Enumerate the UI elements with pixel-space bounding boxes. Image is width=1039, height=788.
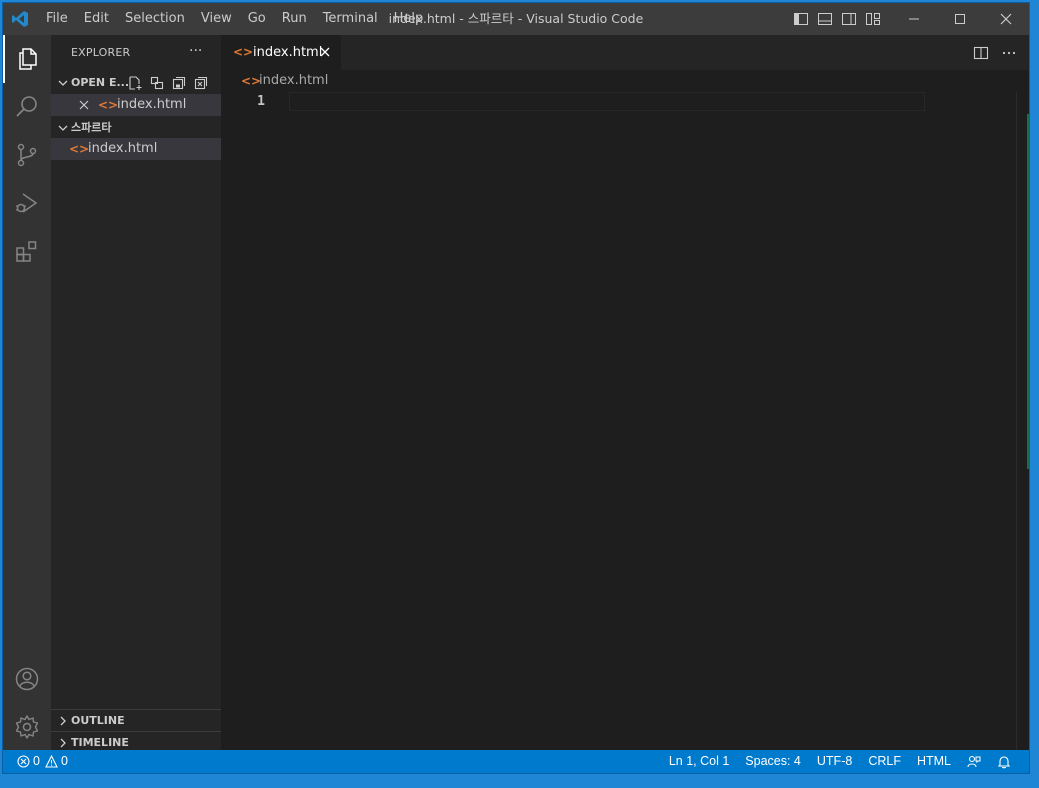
error-count: 0 [33, 754, 40, 768]
menu-bar: File Edit Selection View Go Run Terminal… [38, 3, 431, 35]
menu-file[interactable]: File [38, 3, 76, 35]
cursor-position[interactable]: Ln 1, Col 1 [661, 750, 737, 773]
chevron-right-icon [60, 738, 66, 748]
manage-gear-icon[interactable] [3, 703, 51, 751]
html-file-icon: <> [233, 45, 254, 59]
chevron-down-icon [58, 80, 68, 86]
open-editors-label: OPEN E... [71, 76, 130, 89]
file-tree-item[interactable]: <> index.html [51, 138, 221, 160]
problems-indicator[interactable]: 0 0 [17, 750, 68, 773]
encoding[interactable]: UTF-8 [809, 750, 860, 773]
status-bar: 0 0 Ln 1, Col 1 Spaces: 4 UTF-8 CRLF HTM… [3, 750, 1029, 773]
status-bar-right: Ln 1, Col 1 Spaces: 4 UTF-8 CRLF HTML [661, 750, 1019, 773]
customize-layout-icon[interactable] [861, 3, 885, 35]
split-editor-icon[interactable] [973, 45, 989, 61]
breadcrumb-filename: index.html [259, 73, 329, 88]
minimap-slider[interactable] [1027, 114, 1029, 469]
window-controls [891, 3, 1029, 35]
html-file-icon: <> [69, 142, 90, 156]
open-editors-header[interactable]: OPEN E... [51, 72, 221, 94]
title-bar: File Edit Selection View Go Run Terminal… [3, 3, 1029, 35]
line-number: 1 [257, 94, 265, 109]
close-editor-icon[interactable] [79, 100, 89, 110]
tab-label: index.html [253, 45, 323, 60]
code-editor[interactable]: 1 [221, 92, 1029, 750]
notifications-bell-icon[interactable] [989, 750, 1019, 773]
menu-go[interactable]: Go [240, 3, 274, 35]
menu-help[interactable]: Help [386, 3, 432, 35]
warning-icon [45, 755, 58, 768]
toggle-secondary-sidebar-icon[interactable] [837, 3, 861, 35]
menu-terminal[interactable]: Terminal [315, 3, 386, 35]
outline-label: OUTLINE [71, 714, 125, 727]
menu-edit[interactable]: Edit [76, 3, 117, 35]
end-of-line[interactable]: CRLF [860, 750, 909, 773]
menu-selection[interactable]: Selection [117, 3, 193, 35]
editor-tab-bar: <> index.html [221, 35, 1029, 70]
error-icon [17, 755, 30, 768]
vscode-window: File Edit Selection View Go Run Terminal… [3, 3, 1029, 773]
explorer-sidebar: EXPLORER ··· OPEN E... <> index.html 스파르… [51, 35, 221, 750]
menu-run[interactable]: Run [274, 3, 315, 35]
more-actions-icon[interactable] [1001, 45, 1017, 61]
html-file-icon: <> [98, 98, 119, 112]
new-group-icon[interactable] [149, 75, 165, 91]
close-all-icon[interactable] [193, 75, 209, 91]
maximize-icon[interactable] [937, 3, 983, 35]
close-window-icon[interactable] [983, 3, 1029, 35]
vscode-logo-icon [12, 11, 28, 27]
editor-actions [973, 35, 1017, 70]
feedback-icon[interactable] [959, 750, 989, 773]
current-line-highlight [289, 92, 925, 111]
menu-view[interactable]: View [193, 3, 240, 35]
folder-label: 스파르타 [71, 121, 112, 134]
explorer-title: EXPLORER [71, 46, 131, 59]
warning-count: 0 [60, 754, 68, 768]
extensions-icon[interactable] [3, 227, 51, 275]
file-tree-filename: index.html [88, 141, 158, 156]
toggle-primary-sidebar-icon[interactable] [789, 3, 813, 35]
indentation[interactable]: Spaces: 4 [737, 750, 809, 773]
search-icon[interactable] [3, 83, 51, 131]
activity-bar [3, 35, 51, 750]
run-debug-icon[interactable] [3, 179, 51, 227]
new-untitled-file-icon[interactable] [127, 75, 143, 91]
open-editors-actions [127, 75, 209, 91]
language-mode[interactable]: HTML [909, 750, 959, 773]
folder-header[interactable]: 스파르타 [51, 117, 221, 139]
source-control-icon[interactable] [3, 131, 51, 179]
more-actions-button[interactable]: ··· [189, 35, 202, 71]
accounts-icon[interactable] [3, 655, 51, 703]
toggle-panel-icon[interactable] [813, 3, 837, 35]
open-editor-filename: index.html [117, 97, 187, 112]
breadcrumb[interactable]: <> index.html [221, 70, 1029, 92]
tab-index-html[interactable]: <> index.html [221, 35, 341, 70]
chevron-down-icon [58, 125, 68, 131]
outline-header[interactable]: OUTLINE [51, 709, 221, 731]
open-editor-item[interactable]: <> index.html [51, 94, 221, 116]
chevron-right-icon [60, 716, 66, 726]
layout-controls [789, 3, 885, 35]
close-tab-icon[interactable] [319, 46, 331, 58]
save-all-icon[interactable] [171, 75, 187, 91]
minimize-icon[interactable] [891, 3, 937, 35]
explorer-icon[interactable] [3, 35, 51, 83]
